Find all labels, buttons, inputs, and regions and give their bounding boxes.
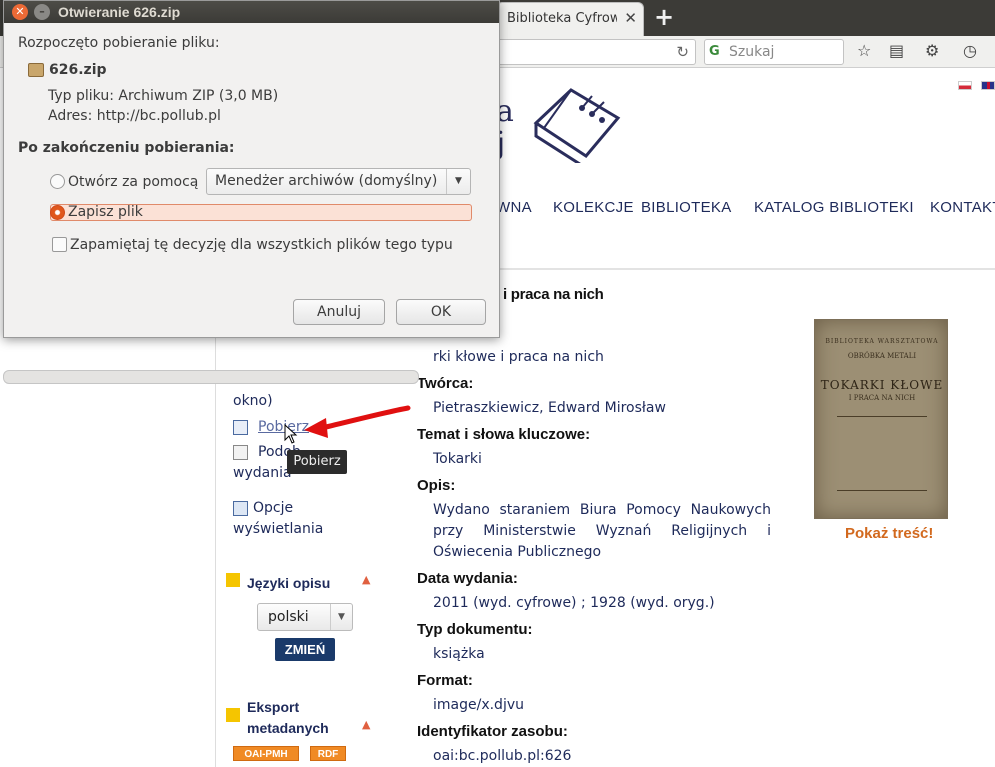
tooltip: Pobierz bbox=[287, 450, 347, 474]
background-scrollbar[interactable] bbox=[3, 370, 419, 384]
bookmark-star-icon[interactable]: ☆ bbox=[857, 41, 871, 60]
history-clock-icon[interactable]: ◷ bbox=[963, 41, 977, 60]
title-value: rki kłowe i praca na nich bbox=[433, 349, 604, 365]
doctype-value: książka bbox=[433, 646, 485, 662]
download-started-label: Rozpoczęto pobieranie pliku: bbox=[18, 35, 220, 51]
search-engine-icon[interactable]: G bbox=[709, 44, 720, 59]
format-value: image/x.djvu bbox=[433, 697, 524, 713]
url-bar[interactable]: ↻ bbox=[496, 39, 696, 65]
cover-series: BIBLIOTEKA WARSZTATOWA bbox=[825, 338, 939, 345]
description-label: Opis: bbox=[417, 477, 456, 494]
open-with-label[interactable]: Otwórz za pomocą bbox=[68, 172, 198, 192]
description-value: Wydano staraniem Biura Pomocy Naukowych … bbox=[433, 502, 771, 560]
application-select[interactable]: Menedżer archiwów (domyślny) ▼ bbox=[206, 168, 471, 195]
change-language-button[interactable]: ZMIEŃ bbox=[275, 638, 335, 661]
section-marker-icon bbox=[226, 573, 240, 587]
address-label: Adres: http://bc.pollub.pl bbox=[48, 108, 221, 124]
export-heading: Eksport bbox=[247, 699, 300, 715]
nav-item-katalog[interactable]: KATALOG BIBLIOTEKI bbox=[754, 199, 914, 216]
subject-label: Temat i słowa kluczowe: bbox=[417, 426, 591, 443]
nav-divider bbox=[496, 268, 995, 270]
creator-value[interactable]: Pietraszkiewicz, Edward Mirosław bbox=[433, 398, 666, 419]
remember-decision-checkbox[interactable] bbox=[52, 237, 67, 252]
sidebar-left-border bbox=[215, 268, 216, 767]
document-icon bbox=[233, 445, 248, 460]
sidebar-wydania-link[interactable]: wydania bbox=[233, 463, 292, 484]
sidebar-okno-link[interactable]: okno) bbox=[233, 391, 273, 412]
show-content-link[interactable]: Pokaż treść! bbox=[845, 525, 933, 542]
nav-item-kolekcje[interactable]: KOLEKCJE bbox=[553, 199, 634, 216]
close-icon[interactable]: ✕ bbox=[12, 4, 28, 20]
reading-list-icon[interactable]: ▤ bbox=[889, 41, 904, 60]
search-input[interactable]: G Szukaj bbox=[704, 39, 844, 65]
section-marker-icon bbox=[226, 708, 240, 722]
rdf-badge[interactable]: RDF bbox=[310, 746, 346, 761]
collapse-up-icon[interactable]: ▲ bbox=[362, 718, 370, 731]
filename-label: 626.zip bbox=[49, 62, 107, 78]
save-disk-icon bbox=[233, 420, 248, 435]
filetype-label: Typ pliku: Archiwum ZIP (3,0 MB) bbox=[48, 88, 279, 104]
polish-flag-icon[interactable] bbox=[958, 81, 972, 90]
identifier-label: Identyfikator zasobu: bbox=[417, 723, 568, 740]
annotation-arrow bbox=[304, 405, 411, 438]
oai-pmh-badge[interactable]: OAI-PMH bbox=[233, 746, 299, 761]
book-options-icon bbox=[233, 501, 248, 516]
chevron-down-icon: ▼ bbox=[330, 604, 352, 630]
creator-label: Twórca: bbox=[417, 375, 474, 392]
browser-tab[interactable]: Biblioteka Cyfrowa ... ✕ bbox=[496, 2, 644, 36]
nav-item-glowna[interactable]: WNA bbox=[496, 199, 532, 216]
doctype-label: Typ dokumentu: bbox=[417, 621, 533, 638]
dialog-title: Otwieranie 626.zip bbox=[58, 4, 181, 20]
sidebar-opcje-link-line2[interactable]: wyświetlania bbox=[233, 519, 323, 540]
language-select[interactable]: polski ▼ bbox=[257, 603, 353, 631]
cover-rule bbox=[837, 490, 927, 491]
application-selected-value: Menedżer archiwów (domyślny) bbox=[215, 173, 438, 189]
download-dialog: ✕ – Otwieranie 626.zip Rozpoczęto pobier… bbox=[3, 0, 500, 338]
gear-icon[interactable]: ⚙ bbox=[925, 41, 939, 60]
english-flag-icon[interactable] bbox=[981, 81, 995, 90]
minimize-icon[interactable]: – bbox=[34, 4, 50, 20]
language-selected-value: polski bbox=[268, 609, 309, 625]
cover-title-line2: I PRACA NA NICH bbox=[848, 394, 916, 402]
tab-title: Biblioteka Cyfrowa ... bbox=[507, 11, 617, 26]
subject-value[interactable]: Tokarki bbox=[433, 449, 482, 470]
cover-subtitle: OBRÓBKA METALI bbox=[847, 352, 917, 360]
remember-decision-label[interactable]: Zapamiętaj tę decyzję dla wszystkich pli… bbox=[70, 235, 453, 255]
reload-icon[interactable]: ↻ bbox=[676, 43, 689, 61]
new-tab-icon[interactable]: + bbox=[654, 3, 674, 31]
sidebar-opcje-link[interactable]: Opcje bbox=[253, 498, 293, 519]
identifier-value: oai:bc.pollub.pl:626 bbox=[433, 748, 572, 764]
collapse-up-icon[interactable]: ▲ bbox=[362, 573, 370, 586]
nav-item-biblioteka[interactable]: BIBLIOTEKA bbox=[641, 199, 732, 216]
cover-rule bbox=[837, 416, 927, 417]
cancel-button[interactable]: Anuluj bbox=[293, 299, 385, 325]
save-file-label[interactable]: Zapisz plik bbox=[68, 202, 143, 222]
dialog-titlebar: ✕ – Otwieranie 626.zip bbox=[4, 1, 499, 23]
nav-item-kontakt[interactable]: KONTAKT bbox=[930, 199, 995, 216]
export-heading-line2: metadanych bbox=[247, 720, 329, 736]
page-title: i praca na nich bbox=[503, 286, 604, 303]
chevron-down-icon: ▼ bbox=[446, 169, 470, 194]
after-download-heading: Po zakończeniu pobierania: bbox=[18, 140, 235, 156]
library-logo-icon[interactable] bbox=[526, 78, 626, 163]
languages-heading: Języki opisu bbox=[247, 575, 331, 591]
search-placeholder: Szukaj bbox=[729, 44, 775, 60]
zip-file-icon bbox=[28, 63, 44, 77]
cover-title: TOKARKI KŁOWE bbox=[820, 378, 944, 392]
save-file-radio[interactable] bbox=[50, 205, 65, 220]
open-with-radio[interactable] bbox=[50, 174, 65, 189]
book-cover-thumbnail[interactable]: BIBLIOTEKA WARSZTATOWA OBRÓBKA METALI TO… bbox=[814, 319, 948, 519]
date-label: Data wydania: bbox=[417, 570, 518, 587]
ok-button[interactable]: OK bbox=[396, 299, 486, 325]
tab-close-icon[interactable]: ✕ bbox=[624, 9, 637, 27]
date-value: 2011 (wyd. cyfrowe) ; 1928 (wyd. oryg.) bbox=[433, 595, 715, 611]
mouse-cursor-icon bbox=[284, 424, 298, 444]
format-label: Format: bbox=[417, 672, 473, 689]
